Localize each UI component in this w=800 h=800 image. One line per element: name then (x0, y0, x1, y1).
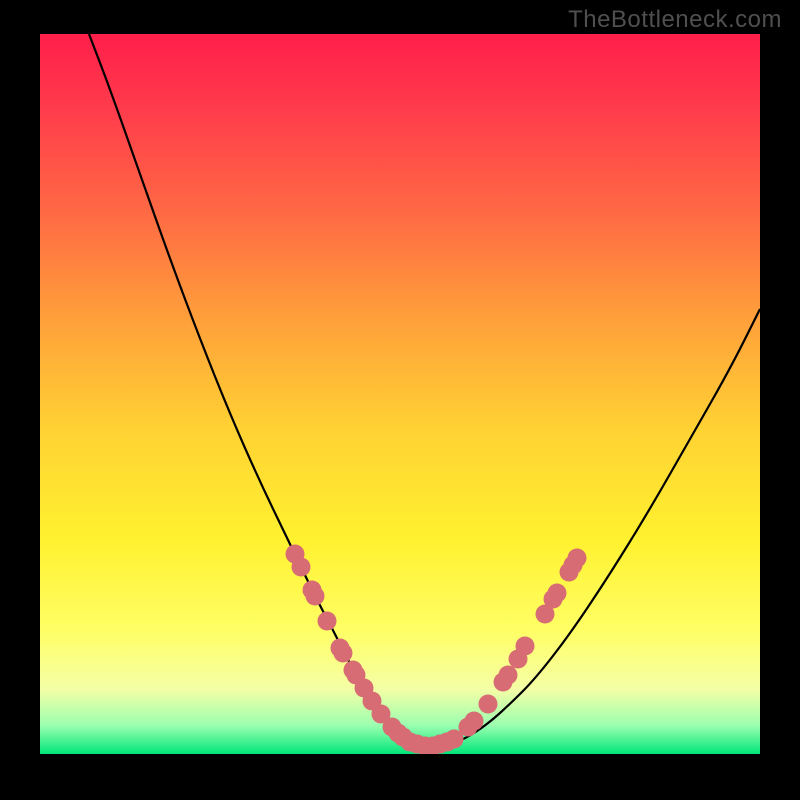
marker-dot (568, 549, 587, 568)
marker-dot (479, 695, 498, 714)
marker-dot (465, 712, 484, 731)
marker-dot (499, 666, 518, 685)
plot-area (40, 34, 760, 754)
marker-dot (292, 558, 311, 577)
marker-dot (548, 584, 567, 603)
marker-dot (306, 587, 325, 606)
marker-dot (334, 644, 353, 663)
watermark: TheBottleneck.com (568, 6, 782, 34)
marker-layer (286, 545, 587, 755)
curve-svg (40, 34, 760, 754)
marker-dot (516, 637, 535, 656)
chart-frame: TheBottleneck.com (0, 0, 800, 800)
bottleneck-curve (89, 34, 760, 746)
marker-dot (318, 612, 337, 631)
